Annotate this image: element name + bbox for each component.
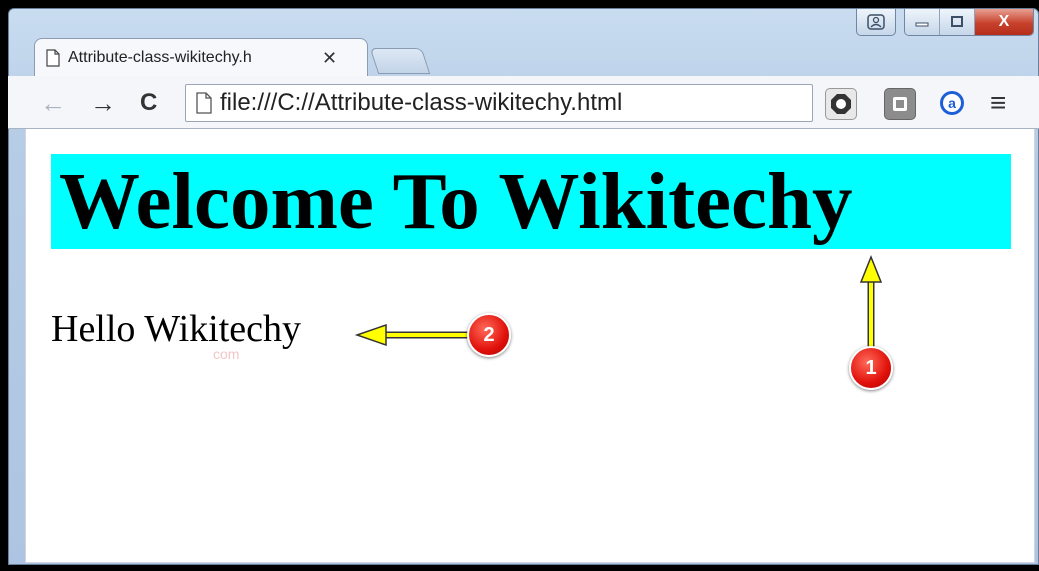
annotation-arrow-1 — [859, 254, 883, 350]
annotation-arrow-2 — [354, 323, 468, 347]
annotation-layer — [354, 254, 883, 350]
browser-window: X Attribute-class-wikitechy.h ✕ ← → C fi… — [0, 0, 1039, 571]
annotation-badge-2: 2 — [467, 313, 511, 357]
annotation-badge-1: 1 — [849, 346, 893, 390]
